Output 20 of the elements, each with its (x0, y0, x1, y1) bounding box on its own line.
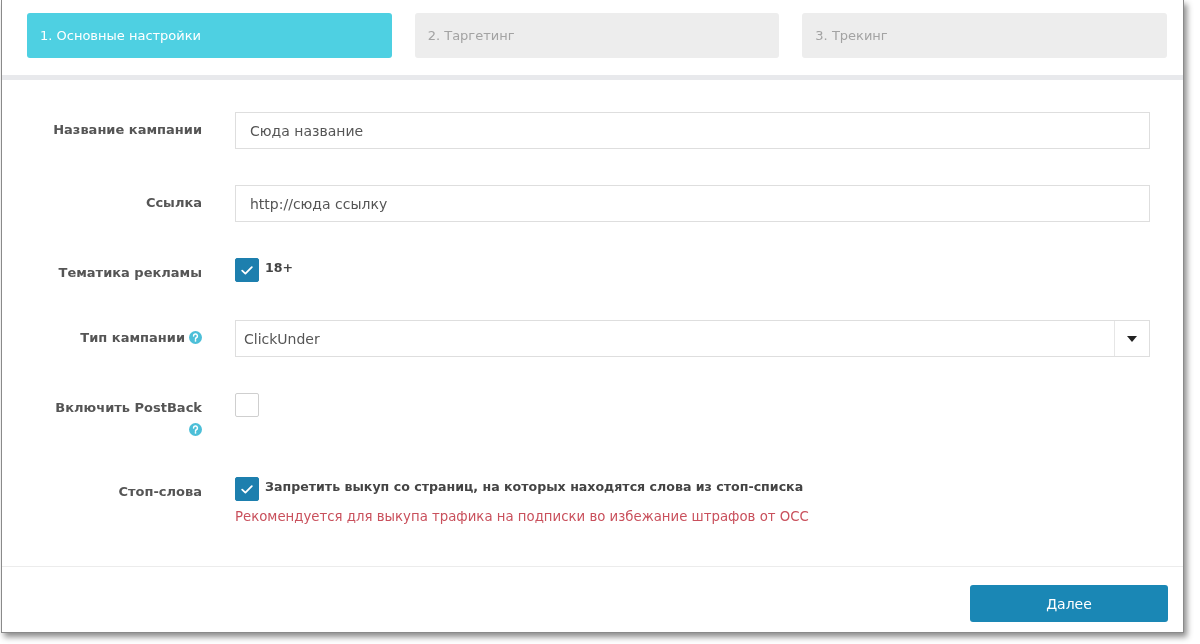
field-label: Тип кампании (80, 330, 185, 345)
text-field[interactable]: Сюда название (235, 112, 1150, 149)
help-icon[interactable] (189, 331, 202, 344)
field-label: Стоп-слова (118, 484, 202, 499)
field-label: Включить PostBack (55, 400, 202, 415)
check-icon (241, 484, 253, 494)
field-label: Название кампании (53, 122, 202, 137)
caret-icon (1127, 335, 1137, 342)
field-label: Ссылка (145, 195, 202, 210)
checkbox[interactable] (235, 477, 259, 501)
help-icon[interactable] (189, 423, 202, 436)
checkbox[interactable] (235, 258, 259, 282)
warning-note: Рекомендуется для выкупа трафика на подписки во избежание штрафов от ОСС (235, 509, 810, 524)
field-label: Тематика рекламы (58, 265, 202, 280)
text-field[interactable]: http://сюда ссылку (235, 185, 1150, 222)
checkbox-label[interactable]: 18+ (265, 258, 294, 278)
checkbox-label[interactable]: Запретить выкуп со страниц, на которых находятся слова из стоп-списка (265, 477, 804, 497)
check-icon (241, 265, 253, 275)
next-button[interactable]: Далее (970, 585, 1168, 622)
campaign-type-select[interactable]: ClickUnder (235, 320, 1150, 357)
